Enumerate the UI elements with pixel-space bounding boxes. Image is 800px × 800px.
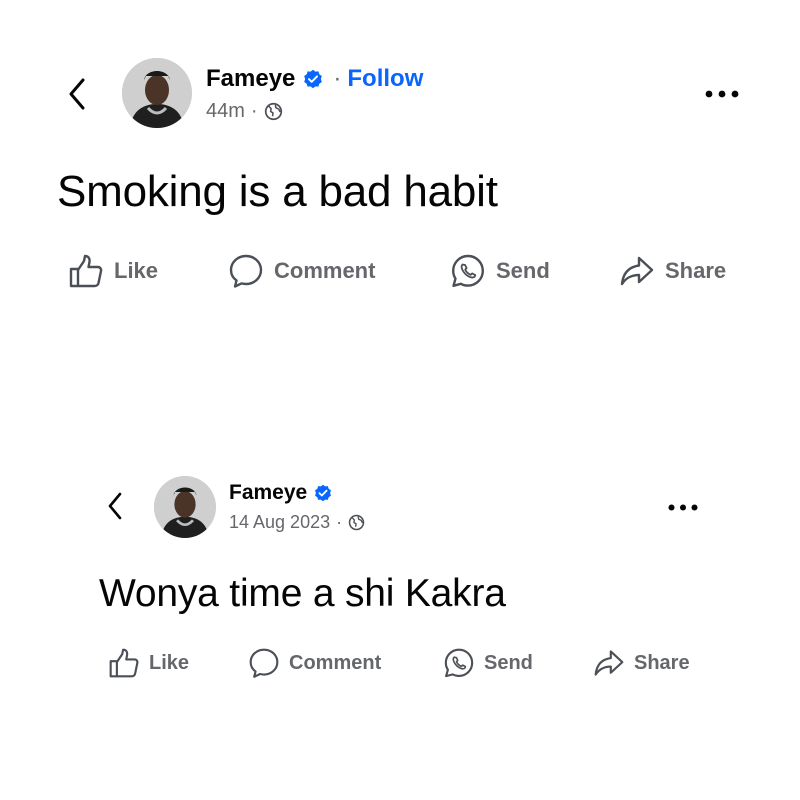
follow-button[interactable]: Follow (347, 65, 423, 93)
post-timestamp[interactable]: 44m (206, 100, 245, 123)
post-text: Smoking is a bad habit (57, 167, 498, 216)
comment-icon (229, 254, 263, 288)
verified-badge-icon (303, 69, 323, 89)
thumbs-up-icon (109, 648, 139, 678)
share-label: Share (634, 651, 690, 674)
verified-badge-icon (314, 484, 332, 502)
whatsapp-icon (444, 648, 474, 678)
like-label: Like (149, 651, 190, 674)
send-label: Send (484, 651, 533, 674)
author-name[interactable]: Fameye (206, 65, 295, 93)
share-button[interactable]: Share (593, 646, 690, 680)
post-card: Fameye 14 Aug 2023 · Wonya time a shi Ka… (0, 440, 800, 740)
comment-button[interactable]: Comment (228, 252, 375, 290)
separator-dot: · (333, 65, 342, 92)
comment-icon (249, 648, 279, 678)
share-arrow-icon (594, 650, 624, 676)
more-horizontal-icon (705, 90, 739, 98)
thumbs-up-icon (69, 254, 103, 288)
comment-button[interactable]: Comment (248, 646, 381, 680)
avatar[interactable] (154, 476, 216, 538)
globe-icon (264, 102, 283, 121)
profile-photo (154, 476, 216, 538)
more-options-button[interactable] (663, 496, 703, 518)
share-label: Share (665, 258, 727, 283)
author-name[interactable]: Fameye (229, 481, 307, 505)
comment-label: Comment (274, 258, 376, 283)
post-timestamp[interactable]: 14 Aug 2023 (229, 512, 330, 533)
like-button[interactable]: Like (68, 252, 158, 290)
share-arrow-icon (620, 256, 654, 286)
share-button[interactable]: Share (619, 252, 726, 290)
more-horizontal-icon (668, 504, 698, 510)
comment-label: Comment (289, 651, 382, 674)
globe-icon (348, 514, 365, 531)
chevron-left-icon (108, 492, 122, 520)
profile-photo (122, 58, 192, 128)
send-button[interactable]: Send (443, 646, 533, 680)
post-card: Fameye · Follow 44m · Smoking is a bad h… (0, 0, 800, 330)
back-button[interactable] (62, 74, 92, 114)
separator-dot: · (250, 99, 258, 122)
like-button[interactable]: Like (108, 646, 189, 680)
whatsapp-icon (452, 254, 484, 287)
avatar[interactable] (122, 58, 192, 128)
more-options-button[interactable] (700, 82, 744, 106)
send-label: Send (496, 258, 550, 283)
send-button[interactable]: Send (450, 252, 550, 290)
post-text: Wonya time a shi Kakra (99, 572, 506, 615)
chevron-left-icon (69, 78, 85, 110)
like-label: Like (114, 258, 159, 283)
back-button[interactable] (102, 488, 128, 524)
separator-dot: · (336, 511, 343, 532)
